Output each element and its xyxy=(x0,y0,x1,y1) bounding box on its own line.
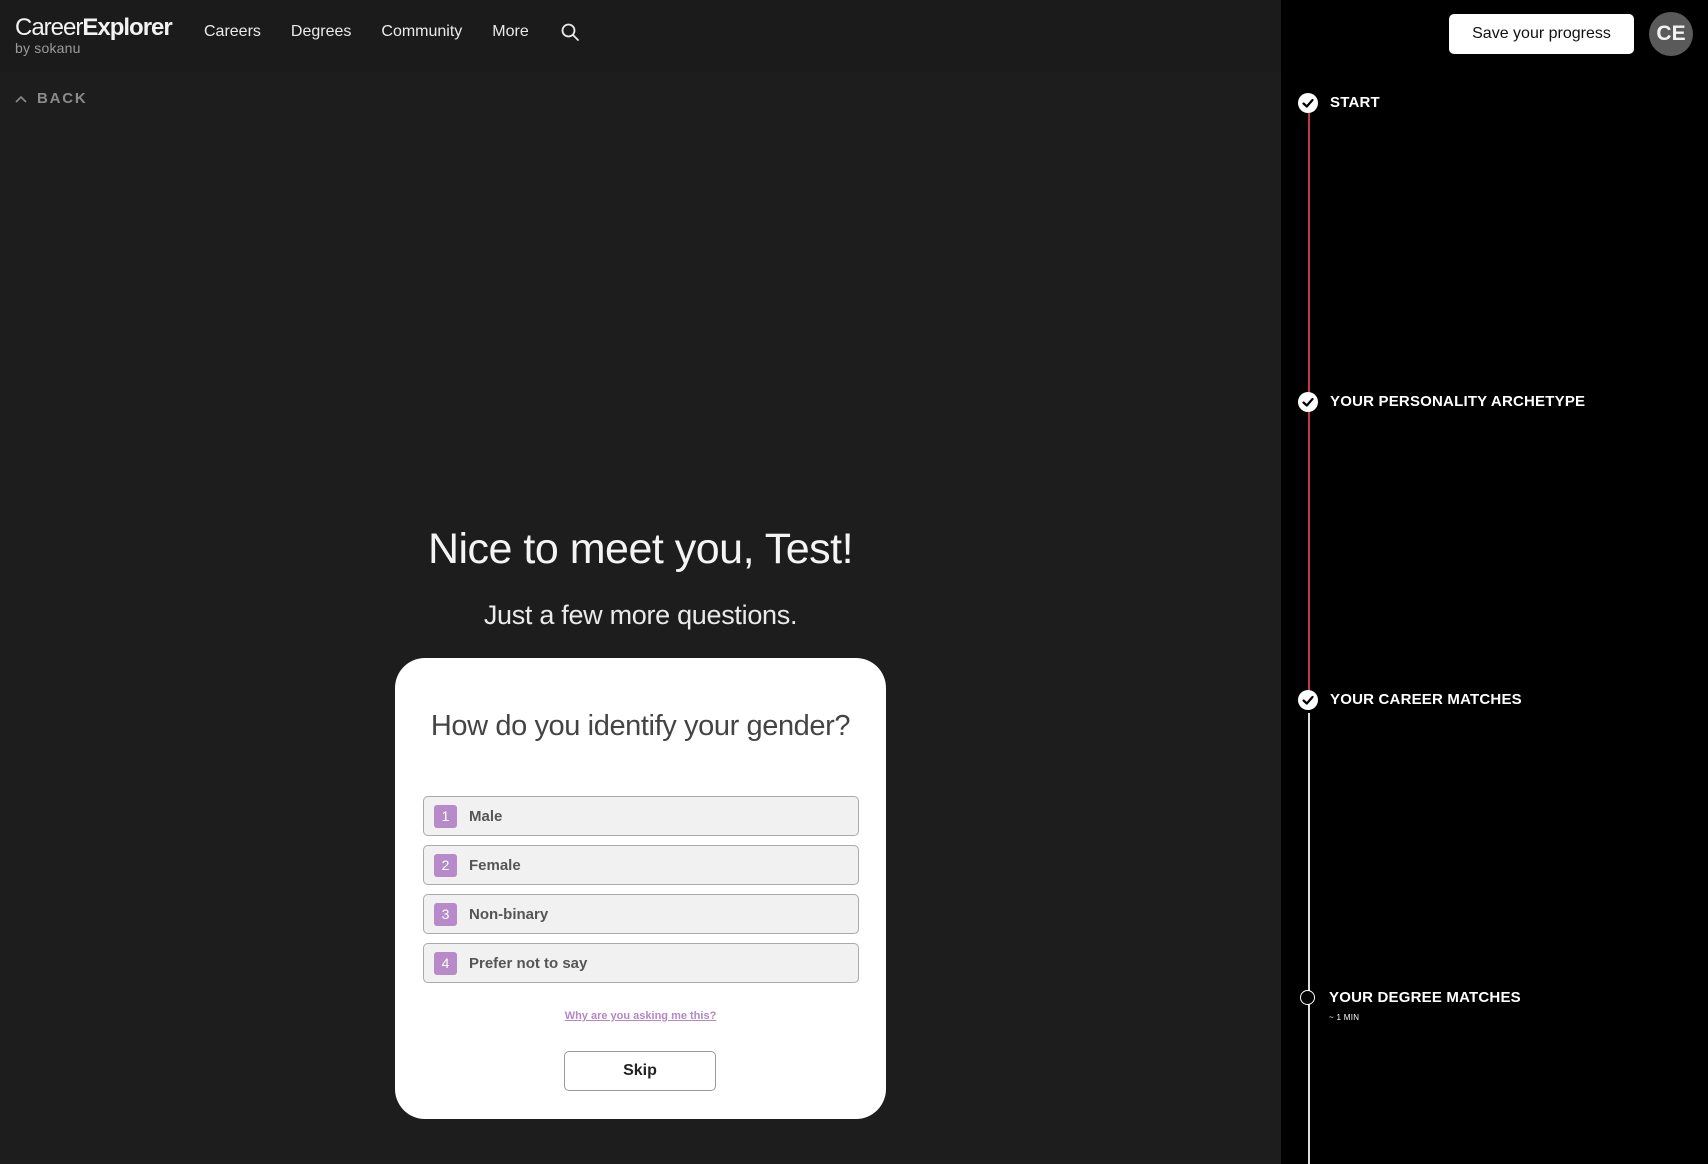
option-number: 1 xyxy=(434,804,457,828)
logo-wordmark: CareerExplorer xyxy=(15,14,173,41)
check-circle-icon xyxy=(1298,690,1318,710)
main-nav: Careers Degrees Community More xyxy=(204,22,580,42)
logo-subtitle: by sokanu xyxy=(15,40,81,56)
nav-community[interactable]: Community xyxy=(381,23,462,41)
check-circle-icon xyxy=(1298,392,1318,412)
careerexplorer-logo[interactable]: CareerExplorer by sokanu xyxy=(15,14,173,56)
check-circle-icon xyxy=(1298,93,1318,113)
step-label: YOUR CAREER MATCHES xyxy=(1330,691,1522,708)
why-asking-link[interactable]: Why are you asking me this? xyxy=(395,1010,886,1022)
logo-word-career: Career xyxy=(15,14,83,41)
back-button[interactable]: BACK xyxy=(15,90,88,107)
logo-word-explorer: Explorer xyxy=(82,14,172,41)
step-start: START xyxy=(1298,93,1380,113)
progress-line-remaining xyxy=(1308,713,1310,1164)
avatar[interactable]: CE xyxy=(1649,12,1693,56)
page-subtitle: Just a few more questions. xyxy=(483,600,798,630)
save-progress-button[interactable]: Save your progress xyxy=(1449,14,1634,54)
step-label: START xyxy=(1330,94,1380,111)
answer-options: 1 Male 2 Female 3 Non-binary 4 Prefer no… xyxy=(423,796,859,992)
nav-degrees[interactable]: Degrees xyxy=(291,23,351,41)
option-male[interactable]: 1 Male xyxy=(423,796,859,836)
option-label: Male xyxy=(469,807,503,825)
option-female[interactable]: 2 Female xyxy=(423,845,859,885)
step-label: YOUR DEGREE MATCHES xyxy=(1329,989,1521,1006)
nav-more[interactable]: More xyxy=(492,23,528,41)
option-label: Female xyxy=(469,856,521,874)
page-title: Nice to meet you, Test! xyxy=(427,525,854,573)
option-label: Non-binary xyxy=(469,905,549,923)
option-label: Prefer not to say xyxy=(469,954,588,972)
step-career-matches: YOUR CAREER MATCHES xyxy=(1298,690,1522,710)
progress-panel: Save your progress CE START YOUR PERSONA… xyxy=(1281,0,1708,1164)
step-duration: ~ 1 MIN xyxy=(1329,1013,1360,1022)
option-number: 4 xyxy=(434,951,457,975)
step-degree-matches: YOUR DEGREE MATCHES ~ 1 MIN xyxy=(1298,988,1521,1022)
search-icon[interactable] xyxy=(560,22,580,42)
skip-button[interactable]: Skip xyxy=(564,1051,716,1091)
option-prefer-not-to-say[interactable]: 4 Prefer not to say xyxy=(423,943,859,983)
option-number: 3 xyxy=(434,902,457,926)
back-label: BACK xyxy=(37,90,88,107)
nav-careers[interactable]: Careers xyxy=(204,23,261,41)
chevron-up-icon xyxy=(15,95,27,103)
option-non-binary[interactable]: 3 Non-binary xyxy=(423,894,859,934)
step-personality-archetype: YOUR PERSONALITY ARCHETYPE xyxy=(1298,392,1585,412)
top-header: CareerExplorer by sokanu Careers Degrees… xyxy=(0,0,1281,72)
step-label: YOUR PERSONALITY ARCHETYPE xyxy=(1330,393,1586,410)
question-card: How do you identify your gender? 1 Male … xyxy=(395,658,886,1119)
question-text: How do you identify your gender? xyxy=(430,710,851,742)
option-number: 2 xyxy=(434,853,457,877)
empty-circle-icon xyxy=(1300,990,1315,1005)
